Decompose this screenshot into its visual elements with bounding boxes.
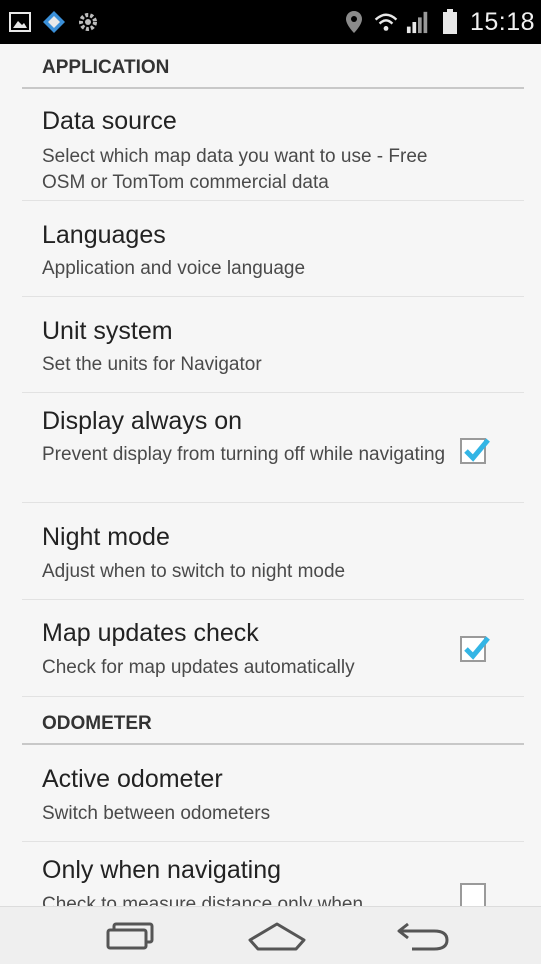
back-button[interactable]: [392, 917, 454, 955]
pref-summary: Check for map updates automatically: [42, 657, 355, 678]
pref-summary: Set the units for Navigator: [42, 354, 262, 375]
pref-languages[interactable]: Languages Application and voice language: [22, 201, 524, 297]
pref-data-source[interactable]: Data source Select which map data you wa…: [22, 89, 524, 201]
image-notification-icon: [8, 10, 32, 34]
signal-icon: [406, 10, 430, 34]
pref-title: Unit system: [42, 317, 173, 345]
pref-title: Only when navigating: [42, 856, 282, 884]
pref-map-updates-check[interactable]: Map updates check Check for map updates …: [22, 600, 524, 697]
pref-title: Display always on: [42, 407, 243, 435]
section-header-application: APPLICATION: [22, 44, 524, 89]
screen: 15:18 APPLICATION Data source Select whi…: [0, 0, 541, 964]
home-button[interactable]: [244, 917, 310, 955]
map-updates-check-checkbox[interactable]: [460, 636, 490, 662]
location-pin-icon: [342, 10, 366, 34]
pref-summary: Prevent display from turning off while n…: [42, 444, 446, 465]
pref-unit-system[interactable]: Unit system Set the units for Navigator: [22, 297, 524, 393]
pref-summary: Select which map data you want to use - …: [42, 146, 428, 193]
pref-title: Languages: [42, 221, 166, 249]
pref-summary: Switch between odometers: [42, 803, 271, 824]
pref-title: Night mode: [42, 523, 170, 551]
pref-title: Map updates check: [42, 619, 259, 647]
home-icon: [248, 922, 306, 951]
checkmark-icon: [464, 636, 490, 660]
back-icon: [397, 922, 449, 951]
battery-icon: [438, 9, 462, 34]
pref-night-mode[interactable]: Night mode Adjust when to switch to nigh…: [22, 503, 524, 600]
pref-only-when-navigating[interactable]: Only when navigating Check to measure di…: [22, 842, 524, 906]
checkmark-icon: [464, 438, 490, 462]
wifi-icon: [374, 10, 398, 34]
pref-summary: Application and voice language: [42, 258, 306, 279]
section-header-odometer: ODOMETER: [22, 697, 524, 745]
settings-notification-icon: [76, 10, 100, 34]
status-time: 15:18: [469, 7, 535, 36]
pref-summary: Check to measure distance only when: [42, 894, 364, 906]
pref-display-always-on[interactable]: Display always on Prevent display from t…: [22, 393, 524, 503]
pref-summary: Adjust when to switch to night mode: [42, 561, 346, 582]
settings-list[interactable]: APPLICATION Data source Select which map…: [0, 44, 541, 906]
pref-title: Data source: [42, 107, 177, 135]
display-always-on-checkbox[interactable]: [460, 438, 490, 464]
app-notification-icon: [42, 10, 66, 34]
status-bar: 15:18: [0, 0, 541, 44]
pref-title: Active odometer: [42, 765, 223, 793]
section-label: ODOMETER: [42, 713, 152, 734]
recent-apps-icon: [106, 922, 154, 950]
only-when-navigating-checkbox[interactable]: [460, 883, 486, 906]
pref-active-odometer[interactable]: Active odometer Switch between odometers: [22, 745, 524, 842]
navigation-bar: [0, 906, 541, 964]
recent-apps-button[interactable]: [100, 917, 160, 955]
section-label: APPLICATION: [42, 57, 170, 78]
